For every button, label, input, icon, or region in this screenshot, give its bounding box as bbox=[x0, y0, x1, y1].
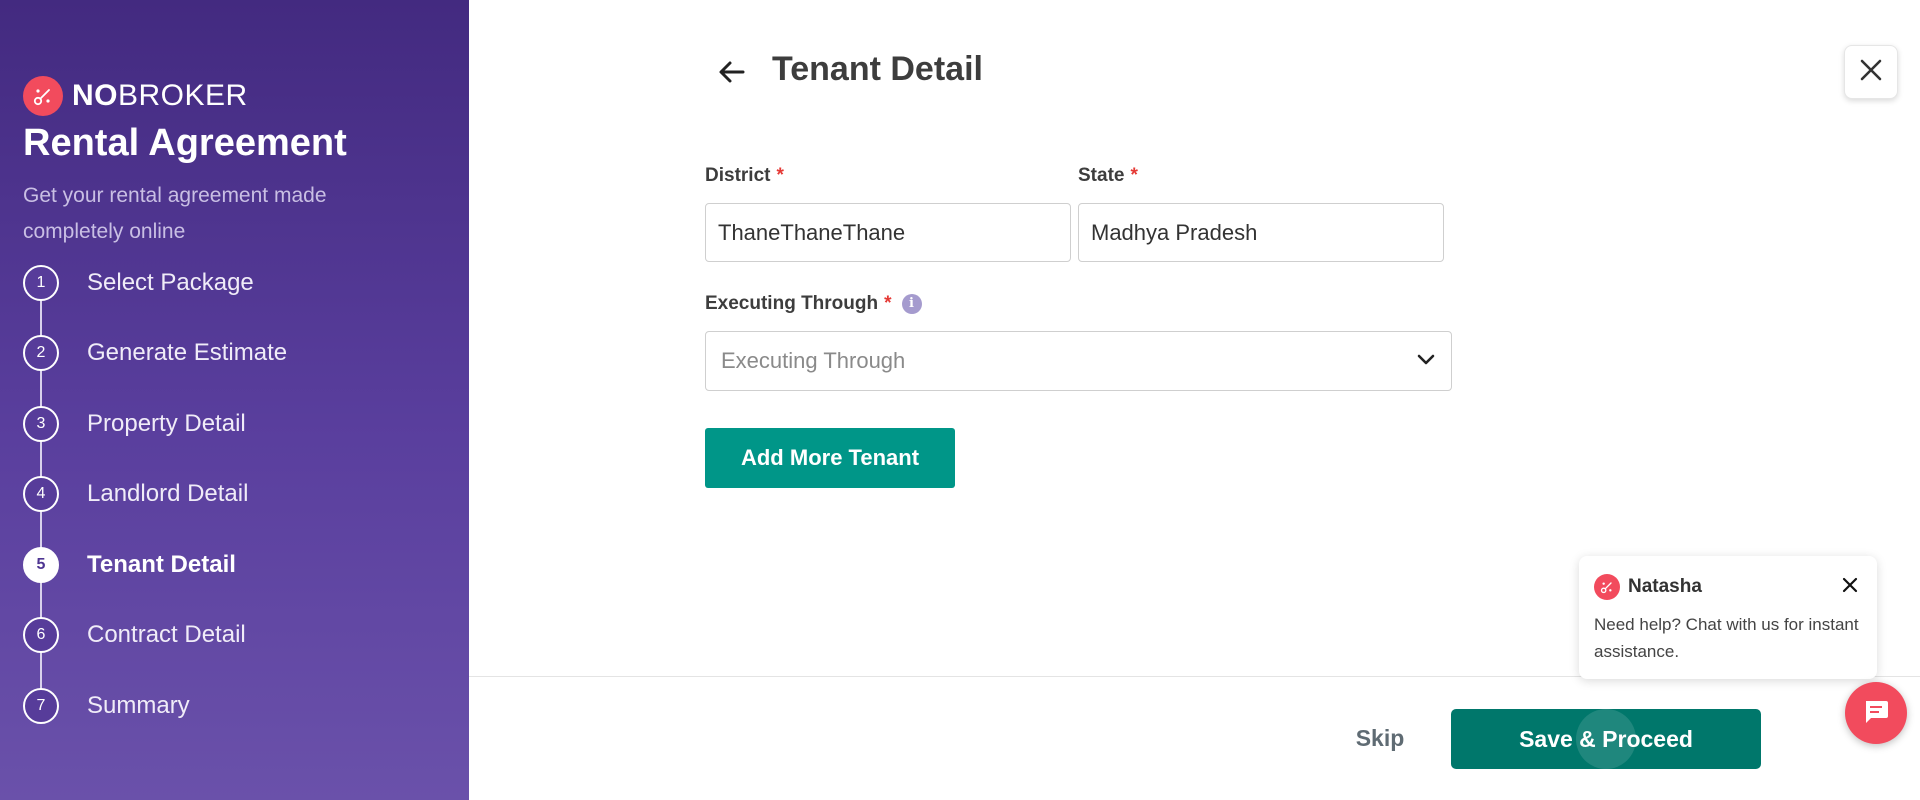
step-label: Select Package bbox=[87, 269, 254, 296]
required-marker: * bbox=[884, 293, 892, 314]
step-label: Landlord Detail bbox=[87, 480, 249, 507]
step-tenant-detail[interactable]: 5 Tenant Detail bbox=[23, 547, 236, 583]
page-title: Tenant Detail bbox=[772, 50, 983, 88]
required-marker: * bbox=[776, 165, 784, 186]
close-button[interactable] bbox=[1844, 45, 1898, 99]
step-select-package[interactable]: 1 Select Package bbox=[23, 265, 254, 301]
executing-through-label: Executing Through * i bbox=[705, 293, 922, 315]
select-placeholder: Executing Through bbox=[721, 348, 906, 373]
step-generate-estimate[interactable]: 2 Generate Estimate bbox=[23, 335, 287, 371]
step-label: Contract Detail bbox=[87, 621, 246, 648]
close-icon bbox=[1859, 58, 1883, 87]
chat-message: Need help? Chat with us for instant assi… bbox=[1594, 615, 1859, 661]
step-label: Summary bbox=[87, 692, 190, 719]
chat-close-button[interactable] bbox=[1837, 574, 1863, 600]
info-icon[interactable]: i bbox=[901, 293, 922, 314]
save-proceed-label: Save & Proceed bbox=[1519, 725, 1693, 752]
step-summary[interactable]: 7 Summary bbox=[23, 688, 190, 724]
chevron-down-icon bbox=[1416, 349, 1436, 374]
add-more-tenant-button[interactable]: Add More Tenant bbox=[705, 428, 955, 488]
step-number: 7 bbox=[23, 688, 59, 724]
sidebar: NOBROKER Rental Agreement Get your renta… bbox=[0, 0, 469, 800]
close-icon bbox=[1842, 577, 1858, 598]
save-proceed-button[interactable]: Save & Proceed bbox=[1451, 709, 1761, 769]
step-number: 5 bbox=[23, 547, 59, 583]
state-label: State * bbox=[1078, 165, 1138, 186]
arrow-left-icon bbox=[717, 57, 747, 92]
step-label: Property Detail bbox=[87, 410, 246, 437]
step-landlord-detail[interactable]: 4 Landlord Detail bbox=[23, 476, 248, 512]
step-number: 4 bbox=[23, 476, 59, 512]
chat-popup[interactable]: Natasha Need help? Chat with us for inst… bbox=[1579, 556, 1877, 679]
nobroker-logo-icon bbox=[1594, 574, 1620, 600]
state-input[interactable] bbox=[1078, 203, 1444, 262]
chat-agent-name: Natasha bbox=[1628, 576, 1702, 597]
sidebar-subtitle: Get your rental agreement made completel… bbox=[23, 184, 327, 243]
district-label: District * bbox=[705, 165, 784, 186]
step-contract-detail[interactable]: 6 Contract Detail bbox=[23, 617, 246, 653]
chat-launcher-button[interactable] bbox=[1845, 682, 1907, 744]
district-input[interactable] bbox=[705, 203, 1071, 262]
step-label: Generate Estimate bbox=[87, 339, 288, 366]
chat-header: Natasha bbox=[1594, 574, 1702, 600]
nobroker-logo-icon bbox=[23, 76, 63, 116]
step-label: Tenant Detail bbox=[87, 551, 236, 578]
step-property-detail[interactable]: 3 Property Detail bbox=[23, 406, 246, 442]
step-number: 3 bbox=[23, 406, 59, 442]
step-number: 2 bbox=[23, 335, 59, 371]
sidebar-title: Rental Agreement bbox=[23, 122, 347, 164]
step-number: 1 bbox=[23, 265, 59, 301]
skip-button[interactable]: Skip bbox=[1340, 708, 1420, 768]
step-number: 6 bbox=[23, 617, 59, 653]
back-button[interactable] bbox=[712, 54, 752, 94]
chat-bubble-icon bbox=[1861, 696, 1891, 731]
brand-name: NOBROKER bbox=[72, 79, 248, 112]
brand[interactable]: NOBROKER bbox=[23, 76, 248, 116]
required-marker: * bbox=[1130, 165, 1138, 186]
executing-through-select[interactable]: Executing Through bbox=[705, 331, 1452, 391]
